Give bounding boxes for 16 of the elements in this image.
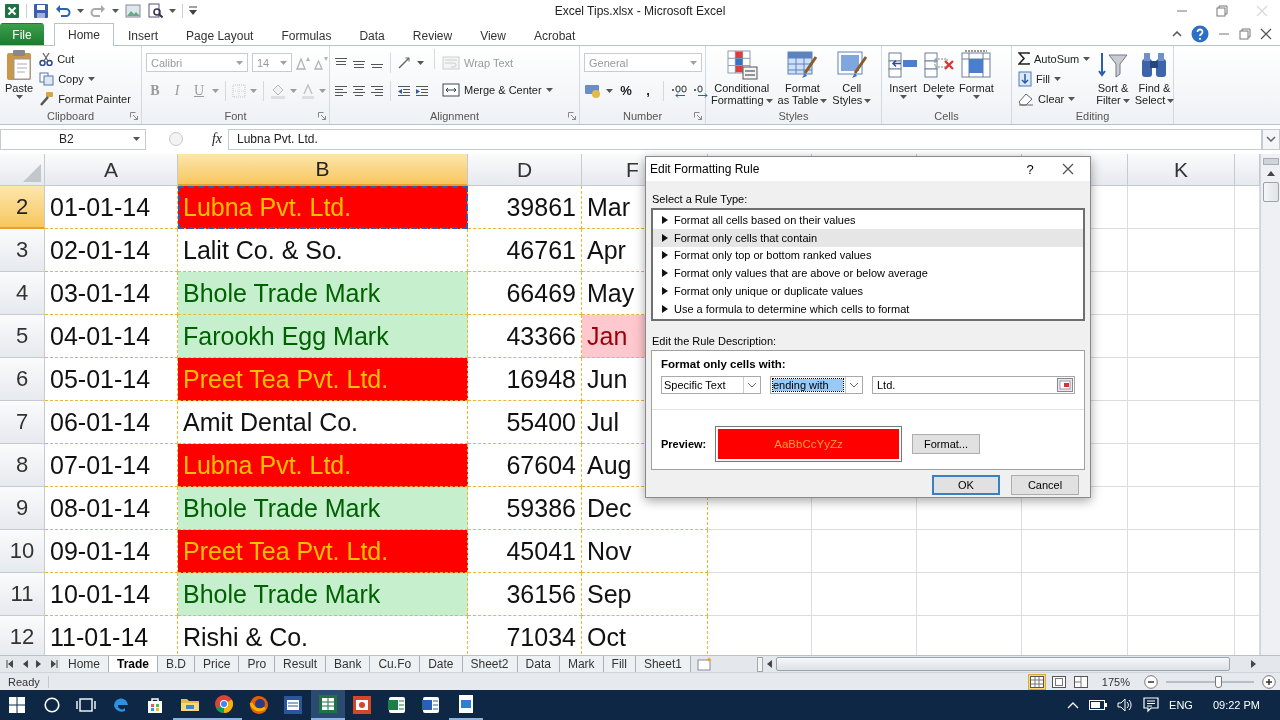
status-text: Ready [0,675,49,688]
group-label: Clipboard [46,110,95,122]
condition-heading: Format only cells with: [661,357,787,370]
group-label: Number [622,110,663,122]
window-title: Excel Tips.xlsx - Microsoft Excel [554,4,726,18]
group-label: Cells [934,110,959,122]
preview-label: Preview: [661,437,708,450]
preview-sample: AaBbCcYyZz [718,428,899,459]
section-label: Edit the Rule Description: [652,334,778,347]
group-label: Alignment [430,110,479,122]
section-label: Select a Rule Type: [652,193,749,205]
group-label: Styles [778,110,809,122]
zoom-level: 175% [1101,675,1130,688]
group-label: Editing [1075,110,1110,122]
dialog-title: Edit Formatting Rule [650,162,761,176]
group-label: Font [224,110,247,122]
